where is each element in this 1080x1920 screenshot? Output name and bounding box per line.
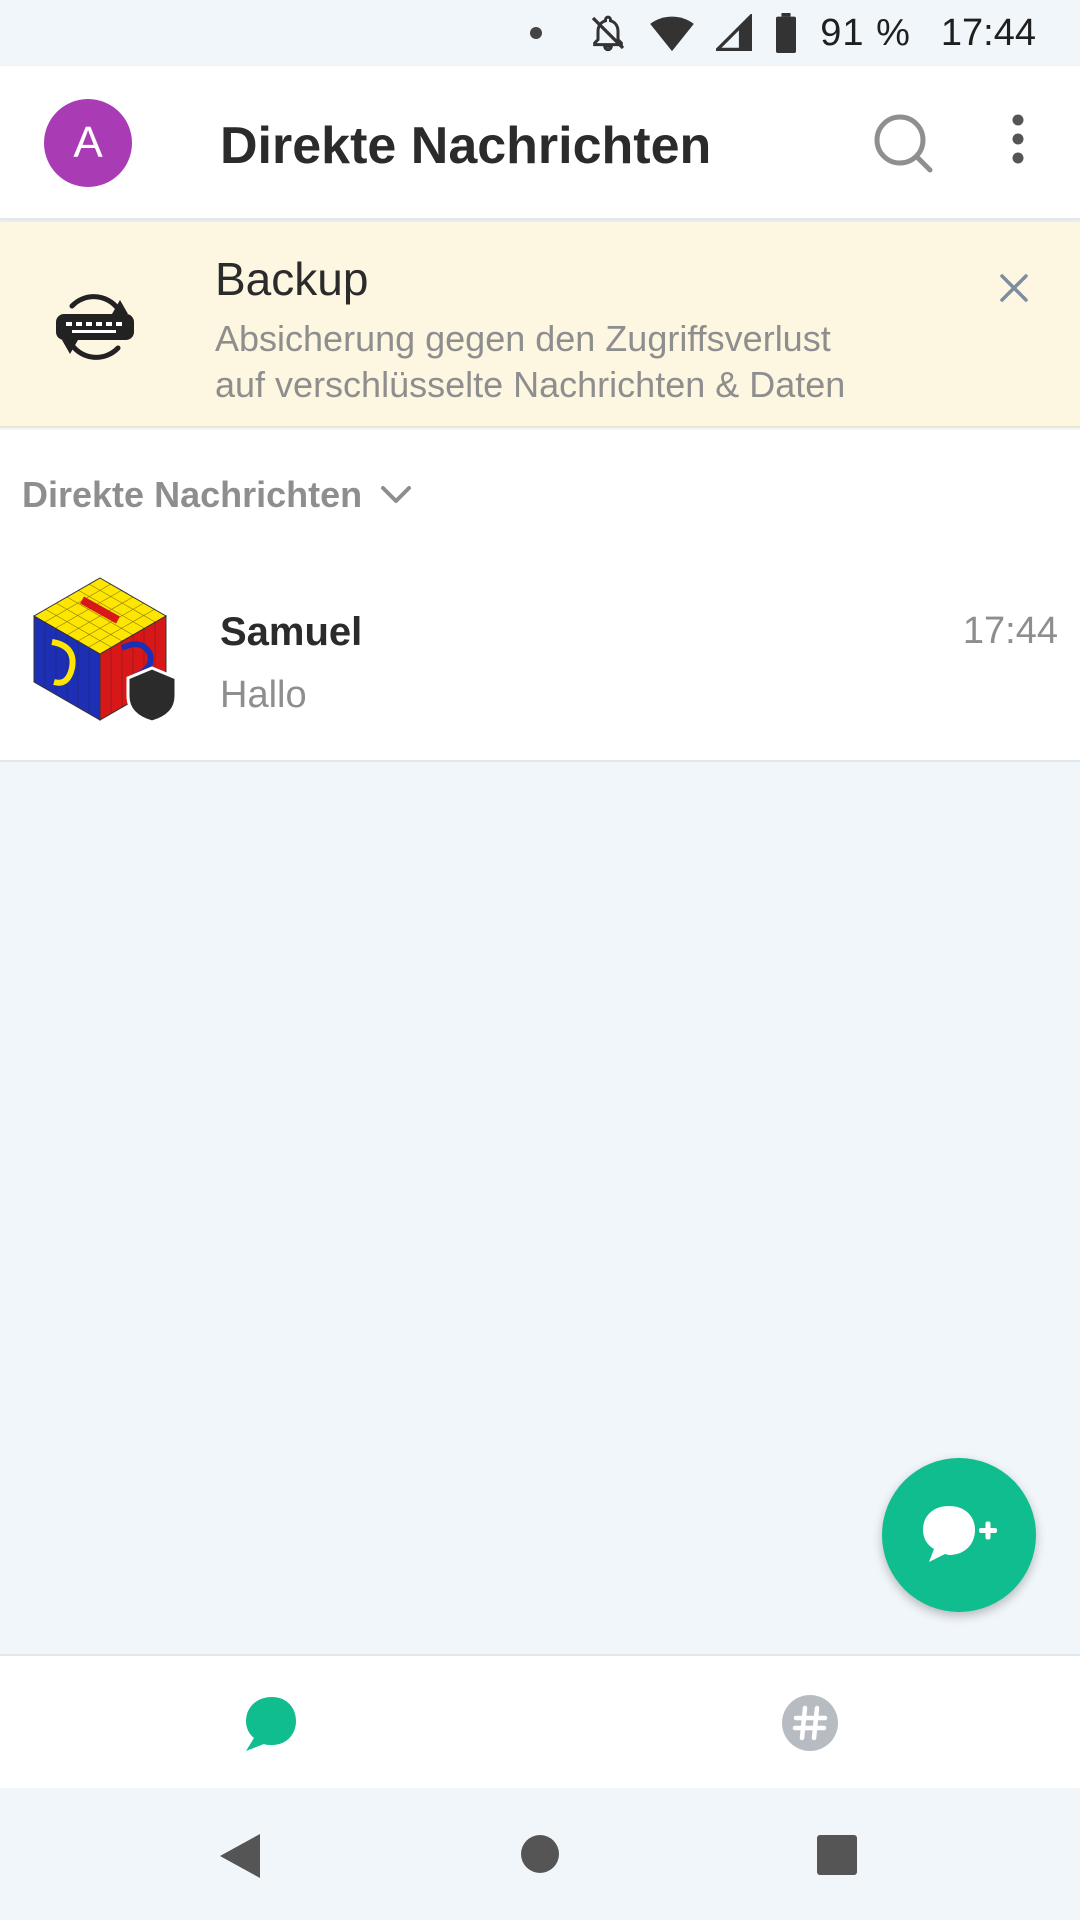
back-triangle-icon xyxy=(220,1834,260,1878)
backup-banner[interactable]: Backup Absicherung gegen den Zugriffsver… xyxy=(0,222,1080,428)
message-time: 17:44 xyxy=(962,610,1058,652)
recents-square-icon xyxy=(817,1835,857,1875)
search-button[interactable] xyxy=(870,110,936,176)
direct-messages-section: Direkte Nachrichten Samuel 17:44 Hallo xyxy=(0,430,1080,762)
section-header[interactable]: Direkte Nachrichten xyxy=(22,474,412,516)
page-title: Direkte Nachrichten xyxy=(220,117,712,175)
nav-home-button[interactable] xyxy=(520,1834,560,1879)
battery-icon xyxy=(774,13,798,53)
banner-description-line1: Absicherung gegen den Zugriffsverlust xyxy=(215,318,831,359)
bottom-tab-bar xyxy=(0,1654,1080,1788)
banner-description-line2: auf verschlüsselte Nachrichten & Daten xyxy=(215,364,846,405)
new-chat-icon xyxy=(923,1506,997,1562)
home-circle-icon xyxy=(521,1835,559,1873)
new-chat-button[interactable] xyxy=(882,1458,1036,1612)
close-icon xyxy=(1000,274,1028,302)
app-bar: A Direkte Nachrichten xyxy=(0,66,1080,220)
mute-bell-icon xyxy=(588,13,628,53)
close-banner-button[interactable] xyxy=(998,272,1030,304)
tab-rooms[interactable] xyxy=(540,1656,1080,1790)
more-options-button[interactable] xyxy=(1000,110,1036,176)
contact-name: Samuel xyxy=(220,610,363,654)
search-icon xyxy=(874,114,933,173)
wifi-icon xyxy=(650,13,695,53)
user-avatar[interactable]: A xyxy=(44,99,132,187)
banner-title: Backup xyxy=(215,253,369,305)
status-time: 17:44 xyxy=(940,11,1036,54)
hash-icon xyxy=(782,1695,838,1751)
tab-direct-messages[interactable] xyxy=(0,1656,540,1790)
last-message: Hallo xyxy=(220,674,307,716)
chevron-down-icon xyxy=(381,486,412,503)
more-vertical-icon xyxy=(1012,114,1024,164)
banner-description: Absicherung gegen den Zugriffsverlust au… xyxy=(215,316,935,408)
battery-percent: 91 % xyxy=(820,11,911,54)
contact-avatar xyxy=(30,572,180,724)
nav-recents-button[interactable] xyxy=(816,1834,858,1881)
notification-dot-icon xyxy=(530,27,543,39)
chat-bubble-icon xyxy=(246,1697,296,1751)
system-nav-bar xyxy=(0,1788,1080,1920)
conversation-row[interactable]: Samuel 17:44 Hallo xyxy=(0,550,1080,760)
status-bar: 91 % 17:44 xyxy=(0,0,1080,66)
signal-icon xyxy=(716,14,753,52)
section-title: Direkte Nachrichten xyxy=(22,474,363,515)
shield-icon xyxy=(126,666,178,724)
nav-back-button[interactable] xyxy=(218,1832,262,1885)
backup-sync-icon xyxy=(52,284,138,370)
